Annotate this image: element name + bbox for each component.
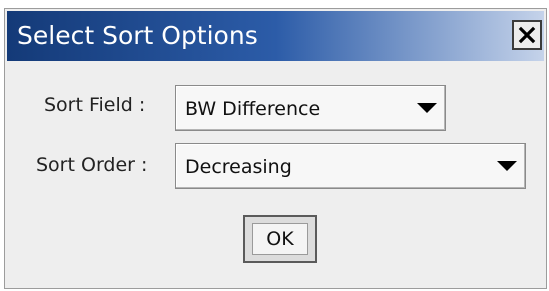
ok-button-label: OK [252, 223, 308, 255]
triangle-down-icon [417, 103, 437, 113]
sort-field-dropdown[interactable]: BW Difference [175, 85, 446, 131]
close-button[interactable] [512, 20, 542, 50]
sort-field-label: Sort Field : [44, 94, 146, 116]
dialog-title: Select Sort Options [17, 21, 258, 50]
triangle-down-icon [497, 161, 517, 171]
title-bar[interactable]: Select Sort Options [7, 11, 544, 61]
sort-order-value: Decreasing [185, 156, 292, 178]
sort-options-dialog: Select Sort Options Sort Field : BW Diff… [4, 8, 547, 289]
sort-order-dropdown[interactable]: Decreasing [175, 143, 526, 189]
sort-order-label: Sort Order : [36, 154, 148, 176]
ok-button[interactable]: OK [243, 215, 317, 263]
sort-field-value: BW Difference [185, 98, 321, 120]
close-x-icon [518, 26, 536, 44]
